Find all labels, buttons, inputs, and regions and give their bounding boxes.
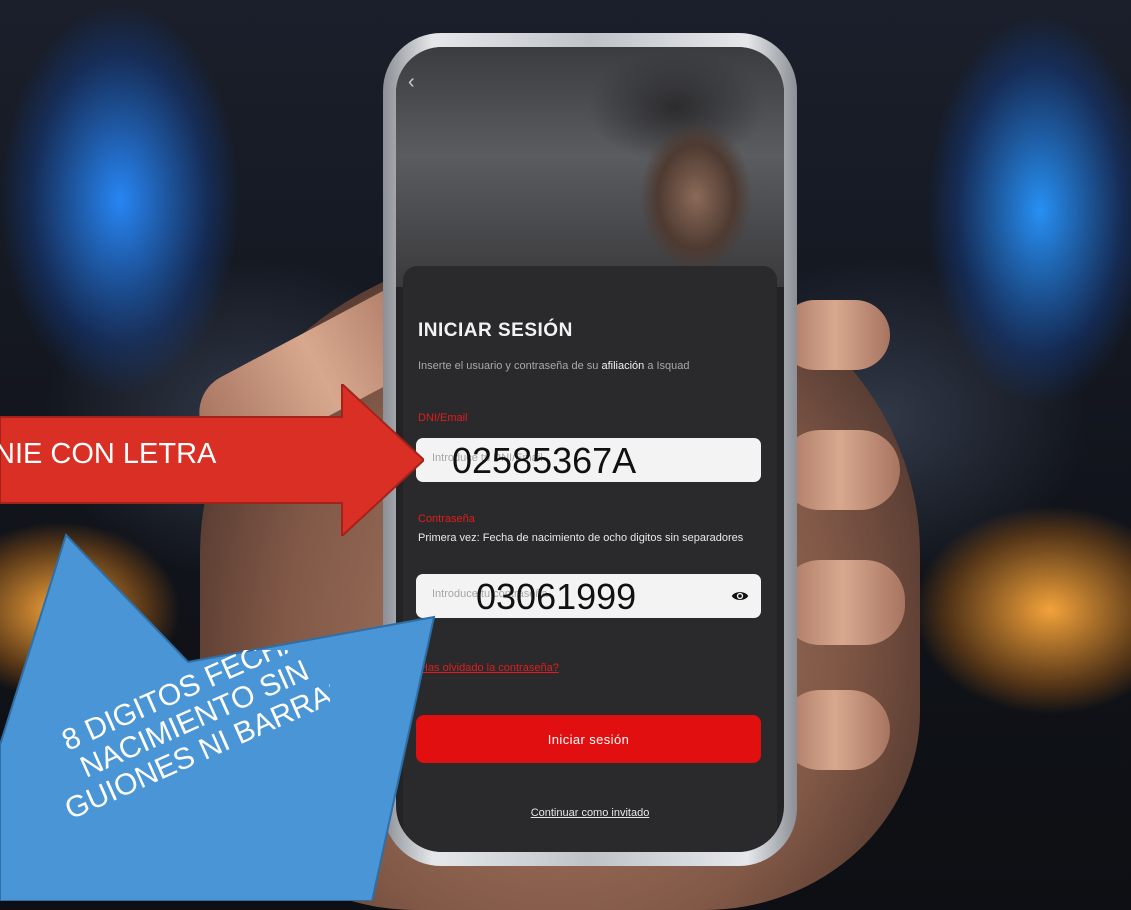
- finger-2: [780, 430, 900, 510]
- header-photo: ‹: [396, 47, 784, 287]
- callout-label: 8 DIGITOS FECHA NACIMIENTO SIN GUIONES N…: [57, 650, 330, 827]
- back-chevron-icon[interactable]: ‹: [408, 71, 415, 94]
- eye-icon[interactable]: [731, 587, 749, 605]
- guest-link[interactable]: Continuar como invitado: [403, 807, 777, 819]
- user-label: DNI/Email: [418, 412, 468, 424]
- user-field[interactable]: Introduce tu DNI/Email 02585367A: [416, 438, 761, 482]
- password-field[interactable]: Introduce tu contraseña 03061999: [416, 574, 761, 618]
- password-value: 03061999: [476, 576, 637, 617]
- arrow-label: NIE CON LETRA: [0, 438, 217, 470]
- login-panel: INICIAR SESIÓN Inserte el usuario y cont…: [403, 266, 777, 852]
- phone-screen: ‹ INICIAR SESIÓN Inserte el usuario y co…: [396, 47, 784, 852]
- forgot-password-link[interactable]: Has olvidado la contraseña?: [420, 662, 559, 674]
- finger-3: [780, 560, 905, 645]
- login-subtitle: Inserte el usuario y contraseña de su af…: [418, 360, 690, 372]
- phone-frame: ‹ INICIAR SESIÓN Inserte el usuario y co…: [383, 33, 797, 866]
- login-title: INICIAR SESIÓN: [418, 320, 573, 341]
- login-button[interactable]: Iniciar sesión: [416, 715, 761, 763]
- password-label: Contraseña: [418, 513, 475, 525]
- callout-label-wrap: 8 DIGITOS FECHA NACIMIENTO SIN GUIONES N…: [0, 650, 330, 901]
- user-value: 02585367A: [452, 440, 637, 481]
- password-hint: Primera vez: Fecha de nacimiento de ocho…: [418, 532, 744, 544]
